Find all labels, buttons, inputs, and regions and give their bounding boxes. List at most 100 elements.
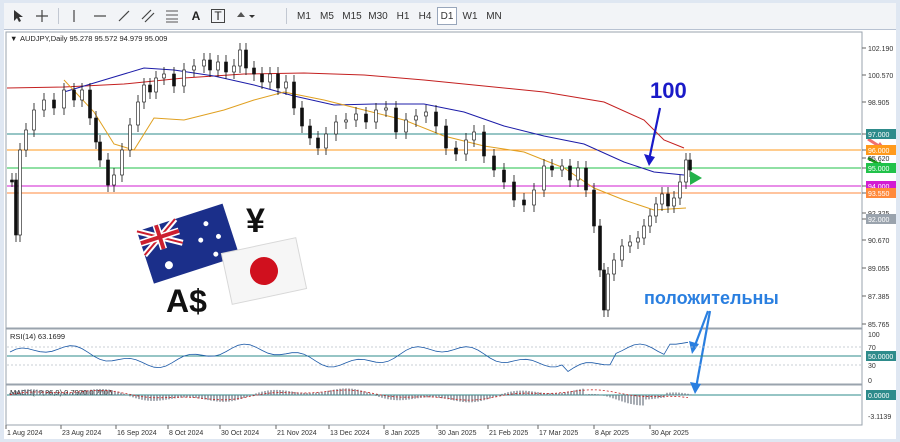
date-axis-label: 30 Apr 2025 [651, 430, 689, 437]
rsi-label: RSI(14) 63.1699 [10, 332, 65, 341]
price-axis-label: 95.620 [868, 156, 890, 163]
crosshair-icon[interactable] [34, 7, 50, 25]
candle-body [374, 109, 378, 123]
candle-body [268, 73, 272, 83]
candle-body [224, 61, 228, 73]
candle-body [444, 125, 448, 149]
candle-body [424, 111, 428, 117]
candle-body [602, 269, 606, 311]
timeframe-m5[interactable]: M5 [317, 7, 337, 25]
timeframe-h1[interactable]: H1 [393, 7, 413, 25]
price-axis-label: 90.670 [868, 238, 890, 245]
rsi-axis-label: 50.0000 [868, 354, 893, 361]
candle-body [542, 165, 546, 191]
candle-body [276, 73, 280, 89]
date-axis-label: 21 Feb 2025 [489, 430, 528, 437]
text-label-icon[interactable]: T [210, 7, 226, 25]
candle-body [120, 149, 124, 176]
date-axis-label: 1 Aug 2024 [7, 430, 43, 437]
chart-header: ▼ AUDJPY,Daily 95.278 95.572 94.979 95.0… [10, 34, 167, 43]
candle-body [666, 193, 670, 207]
candle-body [316, 137, 320, 149]
chart-area[interactable]: ▼ AUDJPY,Daily 95.278 95.572 94.979 95.0… [4, 30, 896, 439]
candle-body [182, 69, 186, 87]
price-axis-label: 96.000 [868, 148, 890, 155]
rsi-axis-label: 100 [868, 332, 880, 339]
text-tool-icon[interactable]: A [188, 7, 204, 25]
candle-body [162, 73, 166, 79]
timeframe-h4[interactable]: H4 [415, 7, 435, 25]
fibonacci-icon[interactable] [164, 7, 180, 25]
candle-body [112, 174, 116, 186]
candle-body [216, 61, 220, 71]
price-axis-label: 97.000 [868, 132, 890, 139]
candle-body [284, 81, 288, 89]
candle-body [106, 159, 110, 186]
candle-body [550, 165, 554, 171]
timeframe-d1[interactable]: D1 [437, 7, 457, 25]
candle-body [52, 99, 56, 109]
yen-symbol: ¥ [246, 202, 265, 240]
candle-body [648, 215, 652, 227]
candle-body [434, 111, 438, 127]
candle-body [88, 89, 92, 119]
candle-body [344, 119, 348, 123]
terminal-window: A T M1 M5 M15 M30 H1 H4 D1 W1 MN ▼ AUDJPY,Daily … [0, 0, 900, 442]
candle-body [238, 49, 242, 67]
candle-body [18, 149, 22, 236]
price-axis-label: 93.550 [868, 191, 890, 198]
candle-body [464, 139, 468, 155]
candle-body [300, 107, 304, 127]
candle-body [678, 181, 682, 199]
price-axis-label: 85.765 [868, 322, 890, 329]
chart-header-text: AUDJPY,Daily 95.278 95.572 94.979 95.009 [20, 34, 167, 43]
candle-body [24, 129, 28, 151]
shapes-dropdown-icon[interactable] [234, 7, 256, 25]
candle-body [472, 131, 476, 141]
candle-body [232, 65, 236, 73]
cursor-arrow-icon[interactable] [10, 7, 26, 25]
date-axis-label: 23 Aug 2024 [62, 430, 101, 437]
timeframe-w1[interactable]: W1 [460, 7, 480, 25]
price-axis-label: 87.385 [868, 294, 890, 301]
candle-body [404, 119, 408, 133]
candle-body [522, 199, 526, 206]
candle-body [636, 237, 640, 243]
timeframe-m30[interactable]: M30 [366, 7, 390, 25]
chart-toolbar: A T M1 M5 M15 M30 H1 H4 D1 W1 MN [4, 3, 896, 30]
candle-body [364, 113, 368, 123]
candle-body [560, 165, 564, 171]
candle-body [72, 89, 76, 101]
date-axis-label: 17 Mar 2025 [539, 430, 578, 437]
annotation-positive: положительны [644, 288, 779, 308]
vertical-line-icon[interactable] [66, 7, 82, 25]
candle-body [142, 84, 146, 103]
candle-body [80, 89, 84, 101]
trendline-icon[interactable] [116, 7, 132, 25]
timeframe-mn[interactable]: MN [484, 7, 504, 25]
price-axis: 102.190 100.570 98.905 97.000 96.00095.620 95… [862, 46, 896, 329]
price-axis-label: 98.905 [868, 100, 890, 107]
price-axis-label: 95.000 [868, 166, 890, 173]
timeframe-m1[interactable]: M1 [294, 7, 314, 25]
aud-symbol: A$ [166, 283, 207, 319]
equidistant-channel-icon[interactable] [140, 7, 156, 25]
candle-body [688, 159, 692, 171]
rsi-axis-label: 0 [868, 378, 872, 385]
candle-body [334, 121, 338, 135]
candle-body [10, 179, 14, 183]
date-axis: 1 Aug 2024 23 Aug 2024 16 Sep 2024 8 Oct 20… [5, 425, 689, 437]
timeframe-m15[interactable]: M15 [340, 7, 364, 25]
symbol-dropdown-arrow[interactable]: ▼ [10, 34, 17, 43]
currency-illustration: ¥ A$ [132, 201, 312, 319]
candle-body [252, 67, 256, 75]
candle-body [32, 109, 36, 131]
candle-body [42, 99, 46, 111]
candle-body [202, 59, 206, 67]
candle-body [98, 141, 102, 161]
candle-body [612, 259, 616, 275]
horizontal-line-icon[interactable] [92, 7, 108, 25]
annotation-100: 100 [650, 78, 687, 103]
candle-body [492, 155, 496, 171]
candle-body [324, 133, 328, 149]
